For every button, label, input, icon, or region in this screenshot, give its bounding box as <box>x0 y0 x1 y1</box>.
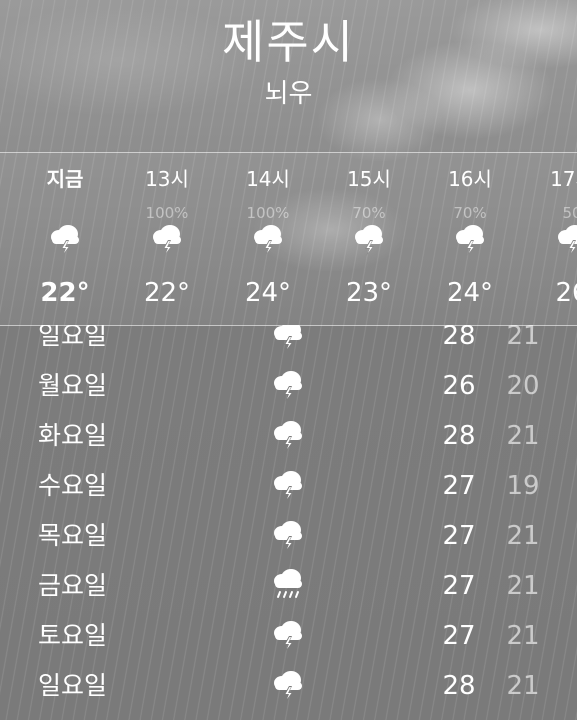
hour-precip-chance: 50 <box>562 204 577 222</box>
hour-temperature: 22° <box>40 278 90 308</box>
current-condition: 뇌우 <box>264 79 313 109</box>
daily-forecast[interactable]: 일요일 28 21 월요일 26 20 화요일 28 21 수요일 27 19 … <box>0 325 577 720</box>
low-temperature: 21 <box>506 325 540 351</box>
day-name: 금요일 <box>38 571 108 600</box>
low-temperature: 21 <box>506 421 540 451</box>
list-item: 월요일 26 20 <box>0 361 577 411</box>
list-item: 일요일 28 21 <box>0 325 577 361</box>
hour-time: 14시 <box>246 167 290 191</box>
list-item: 토요일 27 21 <box>0 611 577 661</box>
thunderstorm-icon <box>270 367 306 403</box>
hour-time: 15시 <box>347 167 391 191</box>
hourly-forecast[interactable]: 지금 22° 13시 100% 22° 14시 100% 24° 15시 70%… <box>0 152 577 326</box>
thunderstorm-icon <box>250 221 286 257</box>
thunderstorm-icon <box>270 417 306 453</box>
low-temperature: 20 <box>506 371 540 401</box>
city-name: 제주시 <box>222 15 355 69</box>
thunderstorm-icon <box>270 517 306 553</box>
hour-temperature: 24° <box>446 278 494 308</box>
day-name: 일요일 <box>38 671 108 700</box>
hour-time: 16시 <box>448 167 492 191</box>
high-temperature: 28 <box>442 421 476 451</box>
high-temperature: 28 <box>442 325 476 351</box>
low-temperature: 19 <box>506 471 540 501</box>
thunderstorm-icon <box>270 667 306 703</box>
thunderstorm-icon <box>47 221 83 257</box>
list-item: 일요일 28 21 <box>0 661 577 711</box>
hour-time: 17시 <box>550 167 577 191</box>
hour-item: 15시 70% 23° <box>324 153 414 325</box>
day-name: 목요일 <box>38 521 108 550</box>
hour-temperature: 26 <box>555 278 577 308</box>
hour-precip-chance: 70% <box>453 204 487 222</box>
day-name: 토요일 <box>38 621 108 650</box>
day-name: 화요일 <box>38 421 108 450</box>
hour-precip-chance: 100% <box>246 204 290 222</box>
hour-item: 16시 70% 24° <box>425 153 515 325</box>
low-temperature: 21 <box>506 521 540 551</box>
hour-temperature: 23° <box>345 278 393 308</box>
list-item: 금요일 27 21 <box>0 561 577 611</box>
high-temperature: 27 <box>442 621 476 651</box>
thunderstorm-icon <box>270 325 306 353</box>
hour-temperature: 24° <box>244 278 292 308</box>
high-temperature: 27 <box>442 471 476 501</box>
high-temperature: 28 <box>442 671 476 701</box>
hour-item: 지금 22° <box>20 153 110 325</box>
low-temperature: 21 <box>506 571 540 601</box>
hour-time: 13시 <box>145 167 189 191</box>
rain-icon <box>270 567 306 603</box>
thunderstorm-icon <box>149 221 185 257</box>
high-temperature: 26 <box>442 371 476 401</box>
list-item: 수요일 27 19 <box>0 461 577 511</box>
thunderstorm-icon <box>270 617 306 653</box>
list-item: 화요일 28 21 <box>0 411 577 461</box>
high-temperature: 27 <box>442 521 476 551</box>
low-temperature: 21 <box>506 621 540 651</box>
thunderstorm-icon <box>270 467 306 503</box>
day-name: 수요일 <box>38 471 108 500</box>
low-temperature: 21 <box>506 671 540 701</box>
high-temperature: 27 <box>442 571 476 601</box>
day-name: 월요일 <box>38 371 108 400</box>
hour-item: 17시 50 26 <box>527 153 577 325</box>
hour-temperature: 22° <box>143 278 191 308</box>
thunderstorm-icon <box>452 221 488 257</box>
hour-precip-chance: 70% <box>352 204 386 222</box>
thunderstorm-icon <box>351 221 387 257</box>
hour-precip-chance: 100% <box>145 204 189 222</box>
thunderstorm-icon <box>554 221 577 257</box>
hour-item: 14시 100% 24° <box>223 153 313 325</box>
list-item: 목요일 27 21 <box>0 511 577 561</box>
day-name: 일요일 <box>38 325 108 350</box>
hour-time: 지금 <box>46 167 84 191</box>
hour-item: 13시 100% 22° <box>122 153 212 325</box>
